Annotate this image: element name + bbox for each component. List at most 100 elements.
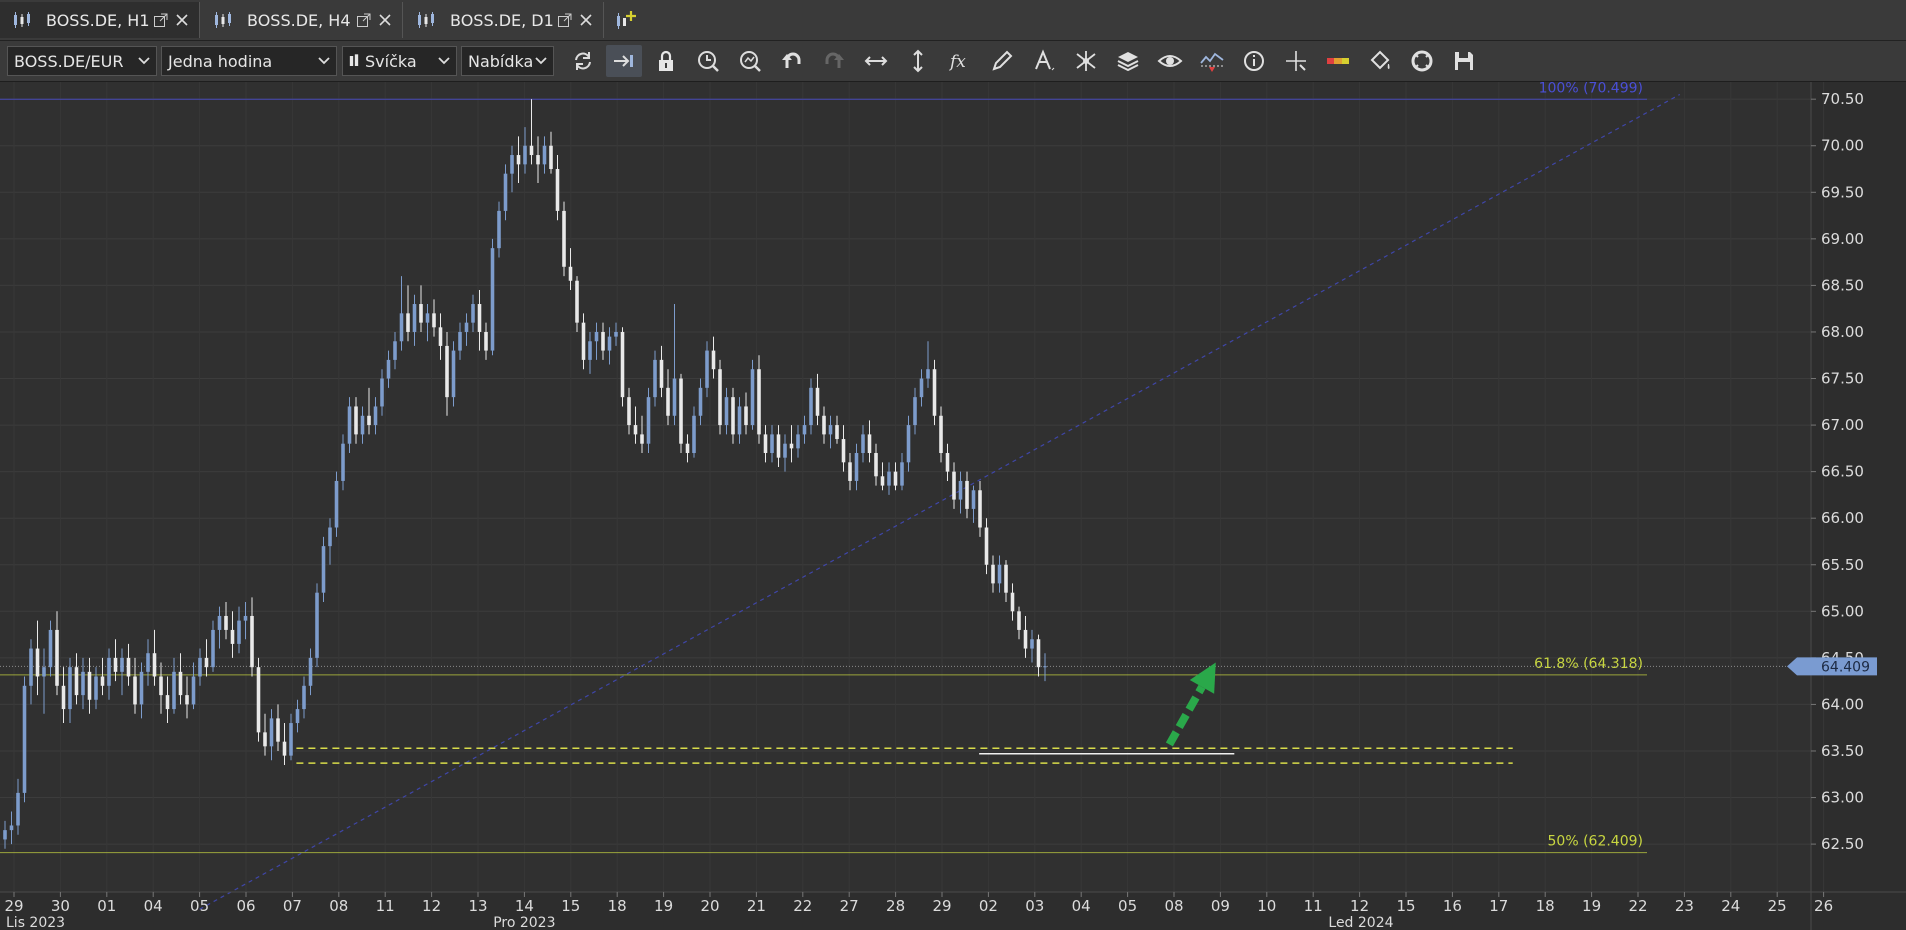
candle-body [581, 322, 586, 360]
tab-label: BOSS.DE, D1 [450, 10, 554, 30]
time-tick-label: 09 [1211, 897, 1230, 915]
visibility-button[interactable] [1152, 45, 1188, 77]
candle-body [282, 741, 287, 756]
time-tick-label: 11 [1304, 897, 1323, 915]
candle-body [263, 732, 267, 747]
paint-bucket-icon [1370, 50, 1390, 70]
popout-icon[interactable] [153, 12, 169, 28]
candle-body [991, 564, 995, 584]
time-tick-label: 29 [4, 897, 23, 915]
candle-body [731, 397, 735, 435]
candle-body [640, 434, 644, 444]
tab-boss-h4[interactable]: BOSS.DE, H4 [201, 2, 403, 38]
price-chart[interactable]: 100% (70.499)61.8% (64.318)50% (62.409) … [0, 82, 1906, 930]
candle-body [783, 443, 787, 458]
color-scale-button[interactable] [1320, 45, 1356, 77]
candle-body [672, 378, 677, 416]
candle-body [471, 304, 475, 323]
candle-body [958, 480, 963, 500]
candle-body [3, 830, 7, 840]
pencil-button[interactable] [984, 45, 1020, 77]
candle-body [302, 685, 306, 710]
close-icon[interactable] [378, 13, 392, 27]
candle-body [516, 155, 521, 165]
time-tick-label: 16 [1443, 897, 1462, 915]
drawing-tools-button[interactable] [1068, 45, 1104, 77]
price-tick-label: 62.50 [1821, 835, 1864, 853]
save-icon [1455, 52, 1473, 70]
candle-body [185, 695, 189, 705]
zoom-time-button[interactable] [690, 45, 726, 77]
layers-button[interactable] [1110, 45, 1146, 77]
zoom-fit-button[interactable] [732, 45, 768, 77]
candle-body [1017, 611, 1021, 630]
timeframe-select[interactable]: Jedna hodina [161, 46, 337, 76]
candle-body [815, 387, 820, 416]
candle-body [139, 671, 144, 705]
candle-body [568, 266, 573, 281]
price-tick-label: 65.00 [1821, 602, 1864, 620]
price-tick-label: 69.50 [1821, 183, 1864, 201]
candle [315, 583, 319, 668]
crosshair-button[interactable] [1278, 45, 1314, 77]
save-button[interactable] [1446, 45, 1482, 77]
candle-body [692, 415, 696, 454]
candle-body [308, 657, 313, 686]
indicator-fx-icon: fx [948, 52, 966, 72]
candle-body [562, 210, 566, 267]
tab-boss-d1[interactable]: BOSS.DE, D1 [404, 2, 604, 38]
time-tick-label: 24 [1721, 897, 1740, 915]
candle-body [367, 415, 371, 426]
paint-button[interactable] [1362, 45, 1398, 77]
time-tick-label: 13 [468, 897, 487, 915]
candle-body [172, 671, 176, 710]
candle-body [42, 667, 46, 677]
popout-icon[interactable] [356, 12, 372, 28]
candle-body [594, 331, 599, 342]
candle-body [770, 434, 774, 454]
popout-icon[interactable] [557, 12, 573, 28]
candle-body [74, 667, 79, 696]
price-tick-label: 65.50 [1821, 556, 1864, 574]
time-tick-label: 27 [840, 897, 859, 915]
candle-body [81, 671, 85, 696]
candle-body [87, 671, 92, 700]
close-icon[interactable] [579, 13, 593, 27]
symbol-select[interactable]: BOSS.DE/EUR [7, 46, 157, 76]
candle-body [724, 397, 729, 426]
candle-body [198, 657, 202, 677]
redo-button[interactable] [816, 45, 852, 77]
candle-body [328, 527, 332, 547]
undo-button[interactable] [774, 45, 810, 77]
layers-icon [1117, 52, 1139, 72]
horizontal-scale-button[interactable] [858, 45, 894, 77]
fullscreen-button[interactable] [1404, 45, 1440, 77]
time-tick-label: 22 [1628, 897, 1647, 915]
chevron-down-icon [318, 57, 330, 65]
info-button[interactable] [1236, 45, 1272, 77]
candle-body [1010, 592, 1015, 612]
alerts-button[interactable] [1194, 45, 1230, 77]
price-side-select[interactable]: Nabídka [461, 46, 554, 76]
vertical-scale-button[interactable] [900, 45, 936, 77]
refresh-button[interactable] [565, 45, 601, 77]
time-tick-label: 03 [1025, 897, 1044, 915]
candle-body [464, 322, 469, 332]
time-tick-label: 17 [1489, 897, 1508, 915]
close-icon[interactable] [175, 13, 189, 27]
candle-body [1004, 564, 1008, 593]
candle-body [796, 434, 800, 449]
candle-body [230, 629, 235, 644]
lock-button[interactable] [648, 45, 684, 77]
candle-icon [349, 54, 359, 66]
auto-scroll-button[interactable] [606, 45, 642, 77]
tab-boss-h1[interactable]: BOSS.DE, H1 [0, 2, 200, 38]
candle-body [646, 397, 651, 444]
add-chart-icon[interactable] [614, 8, 638, 32]
indicators-button[interactable]: fx [942, 45, 978, 77]
chart-type-select[interactable]: Svíčka [342, 46, 457, 76]
candle-body [133, 676, 137, 705]
text-tool-button[interactable] [1026, 45, 1062, 77]
time-tick-label: 08 [329, 897, 348, 915]
candle-body [867, 434, 872, 454]
